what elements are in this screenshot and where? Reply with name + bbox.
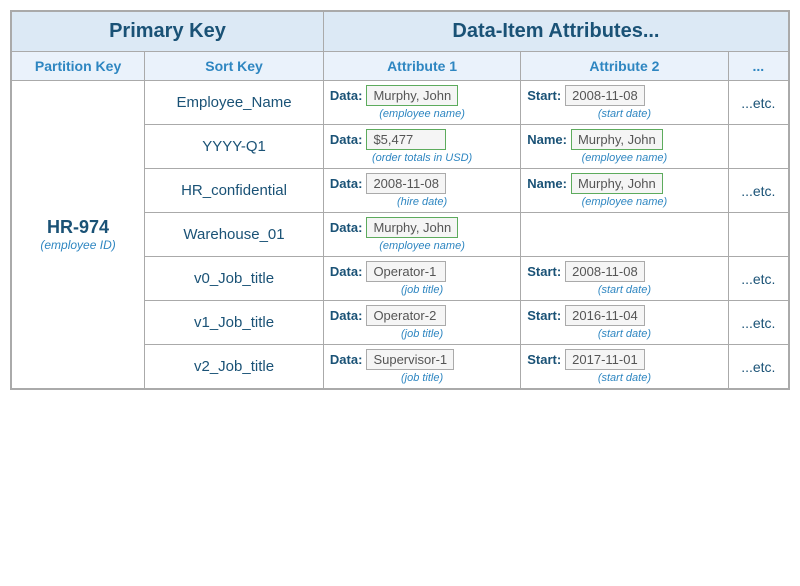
attr2-value-box: 2008-11-08 (565, 261, 645, 282)
attr1-value-box: $5,477 (366, 129, 446, 150)
attribute1-col-header: Attribute 1 (323, 52, 520, 81)
ellipsis-cell: ...etc. (728, 257, 788, 301)
attr1-label: Data: (330, 308, 363, 323)
attribute2-cell: Name: Murphy, John (employee name) (521, 125, 728, 169)
attr1-value-box: Supervisor-1 (366, 349, 454, 370)
attr2-value-box: 2008-11-08 (565, 85, 645, 106)
ellipsis-cell: ...etc. (728, 345, 788, 389)
attribute1-cell: Data: 2008-11-08 (hire date) (323, 169, 520, 213)
attr2-label: Start: (527, 88, 561, 103)
ellipsis-cell: ...etc. (728, 81, 788, 125)
attr1-label: Data: (330, 176, 363, 191)
attr2-hint: (start date) (527, 328, 721, 340)
partition-key-value: HR-974 (16, 217, 140, 238)
attributes-header: Data-Item Attributes... (323, 12, 788, 52)
attr1-label: Data: (330, 264, 363, 279)
attr1-value-box: Murphy, John (366, 217, 458, 238)
attr2-label: Start: (527, 264, 561, 279)
attribute1-cell: Data: Murphy, John (employee name) (323, 81, 520, 125)
attr2-hint: (start date) (527, 108, 721, 120)
attr1-hint: (job title) (330, 328, 514, 340)
ellipsis-cell: ...etc. (728, 301, 788, 345)
attr1-label: Data: (330, 352, 363, 367)
primary-key-header: Primary Key (12, 12, 324, 52)
attr1-hint: (job title) (330, 284, 514, 296)
sort-key-col-header: Sort Key (145, 52, 324, 81)
table-row: HR-974 (employee ID) Employee_Name Data:… (12, 81, 789, 125)
attr2-label: Start: (527, 308, 561, 323)
attr1-value-box: Murphy, John (366, 85, 458, 106)
attr1-label: Data: (330, 132, 363, 147)
sort-key-cell: HR_confidential (145, 169, 324, 213)
attribute2-cell: Start: 2016-11-04 (start date) (521, 301, 728, 345)
attribute2-cell: Start: 2008-11-08 (start date) (521, 81, 728, 125)
header-row-2: Partition Key Sort Key Attribute 1 Attri… (12, 52, 789, 81)
sort-key-cell: v2_Job_title (145, 345, 324, 389)
attr2-value-box: 2016-11-04 (565, 305, 645, 326)
partition-key-hint: (employee ID) (16, 238, 140, 252)
ellipsis-col-header: ... (728, 52, 788, 81)
attr1-hint: (job title) (330, 372, 514, 384)
attr1-hint: (employee name) (330, 108, 514, 120)
attr1-hint: (order totals in USD) (330, 152, 514, 164)
ellipsis-cell (728, 125, 788, 169)
ellipsis-cell (728, 213, 788, 257)
attr1-value-box: 2008-11-08 (366, 173, 446, 194)
attr2-hint: (start date) (527, 284, 721, 296)
header-row-1: Primary Key Data-Item Attributes... (12, 12, 789, 52)
attr1-hint: (hire date) (330, 196, 514, 208)
attr2-label: Start: (527, 352, 561, 367)
attr2-value-box: Murphy, John (571, 173, 663, 194)
attr2-label: Name: (527, 176, 567, 191)
attribute2-cell: Start: 2017-11-01 (start date) (521, 345, 728, 389)
partition-key-col-header: Partition Key (12, 52, 145, 81)
ellipsis-cell: ...etc. (728, 169, 788, 213)
attr2-hint: (employee name) (527, 196, 721, 208)
attribute2-cell (521, 213, 728, 257)
attr1-label: Data: (330, 220, 363, 235)
sort-key-cell: Employee_Name (145, 81, 324, 125)
attribute1-cell: Data: Supervisor-1 (job title) (323, 345, 520, 389)
attribute2-col-header: Attribute 2 (521, 52, 728, 81)
sort-key-cell: v0_Job_title (145, 257, 324, 301)
attribute1-cell: Data: Murphy, John (employee name) (323, 213, 520, 257)
attr2-hint: (start date) (527, 372, 721, 384)
sort-key-cell: YYYY-Q1 (145, 125, 324, 169)
attr1-value-box: Operator-1 (366, 261, 446, 282)
attr2-value-box: 2017-11-01 (565, 349, 645, 370)
sort-key-cell: v1_Job_title (145, 301, 324, 345)
attribute1-cell: Data: $5,477 (order totals in USD) (323, 125, 520, 169)
attribute1-cell: Data: Operator-1 (job title) (323, 257, 520, 301)
attr1-hint: (employee name) (330, 240, 514, 252)
attribute1-cell: Data: Operator-2 (job title) (323, 301, 520, 345)
attr2-hint: (employee name) (527, 152, 721, 164)
sort-key-cell: Warehouse_01 (145, 213, 324, 257)
attr1-value-box: Operator-2 (366, 305, 446, 326)
attr2-label: Name: (527, 132, 567, 147)
attr1-label: Data: (330, 88, 363, 103)
partition-key-cell: HR-974 (employee ID) (12, 81, 145, 389)
attr2-value-box: Murphy, John (571, 129, 663, 150)
main-table-container: Primary Key Data-Item Attributes... Part… (10, 10, 790, 390)
attribute2-cell: Name: Murphy, John (employee name) (521, 169, 728, 213)
attribute2-cell: Start: 2008-11-08 (start date) (521, 257, 728, 301)
